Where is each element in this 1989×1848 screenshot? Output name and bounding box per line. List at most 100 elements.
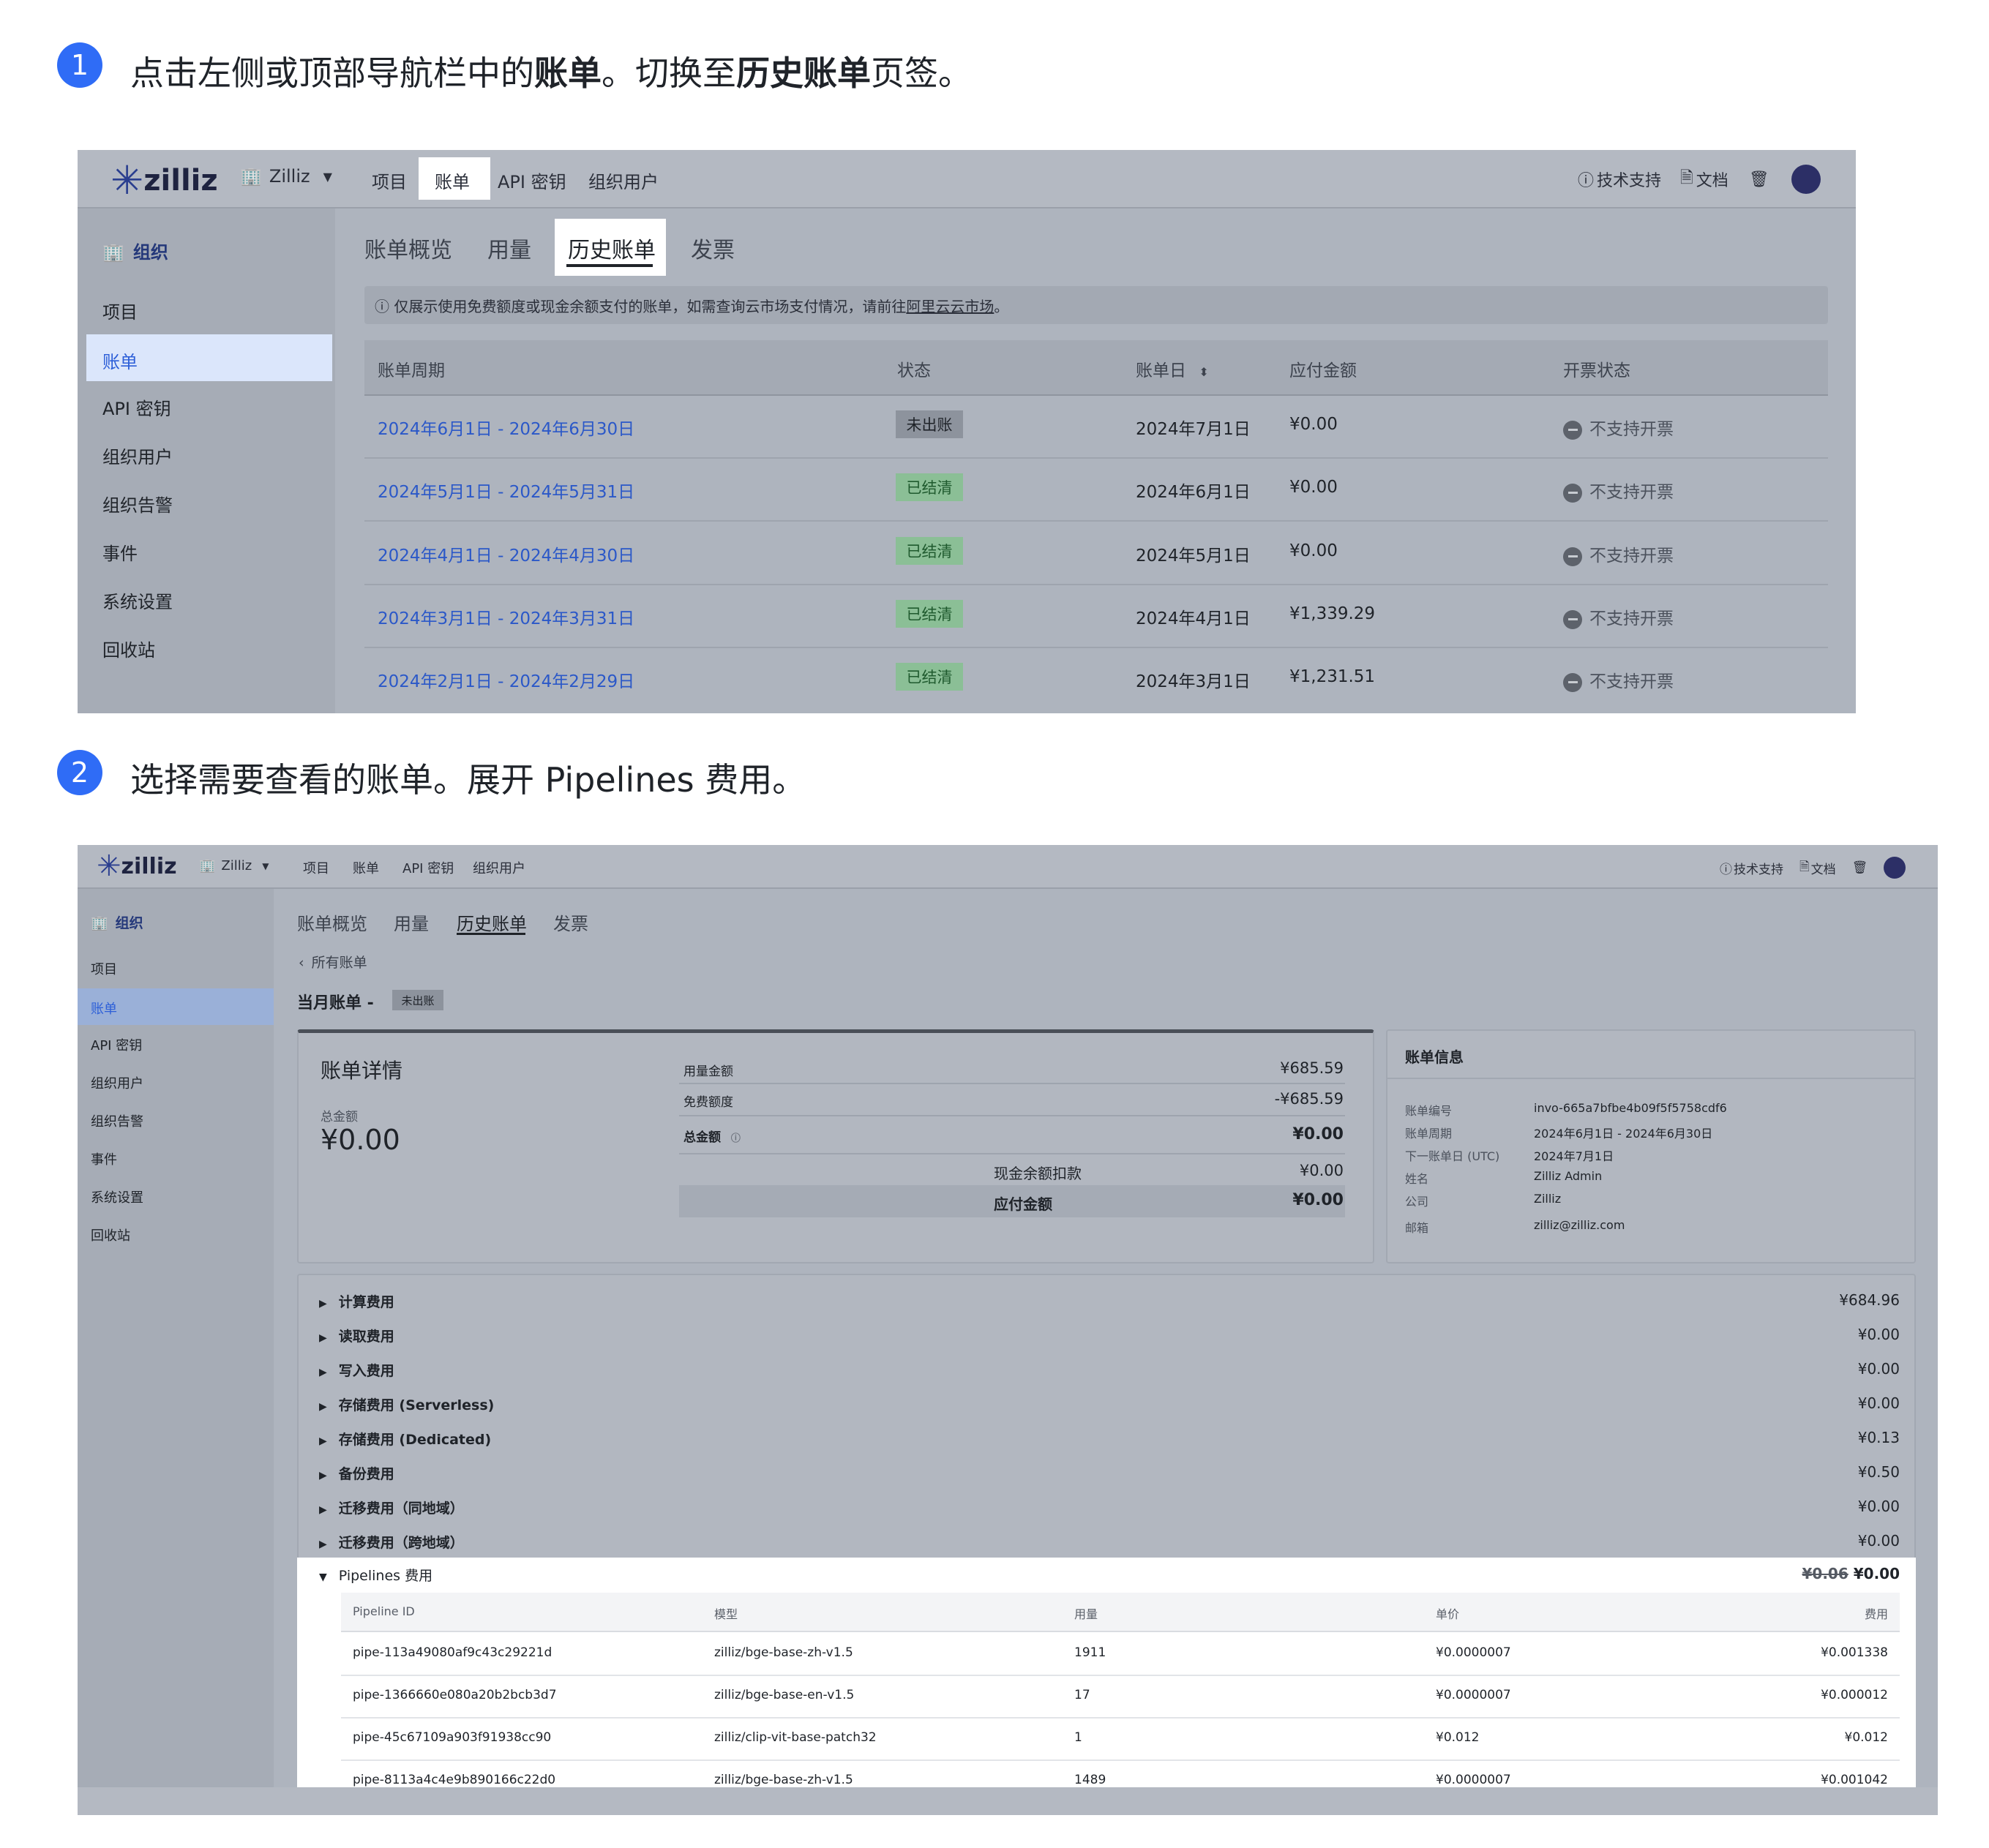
period-link[interactable]: 2024年3月1日 - 2024年3月31日 — [378, 604, 634, 629]
pipeline-usage: 1911 — [1074, 1645, 1106, 1660]
sidebar-item-api-keys[interactable]: API 密钥 — [91, 1035, 142, 1054]
org-selector[interactable]: 🏢 Zilliz ▼ — [199, 858, 269, 874]
sidebar-item-events[interactable]: 事件 — [91, 1149, 117, 1168]
fee-label-text: 迁移费用（跨地域） — [338, 1535, 464, 1551]
tab-invoices[interactable]: 发票 — [553, 909, 588, 935]
nav-projects[interactable]: 项目 — [372, 168, 407, 193]
sidebar-item-org-users[interactable]: 组织用户 — [91, 1073, 143, 1092]
period-link[interactable]: 2024年2月1日 - 2024年2月29日 — [378, 667, 634, 692]
pipelines-toggle[interactable]: ▼ Pipelines 费用 — [319, 1565, 432, 1585]
fee-label[interactable]: ▶ 迁移费用（同地域） — [319, 1498, 464, 1517]
col-model: 模型 — [714, 1607, 738, 1621]
caret-right-icon: ▶ — [319, 1298, 327, 1310]
pipeline-fee: ¥0.000012 — [1821, 1688, 1888, 1702]
pipelines-old-value: ¥0.06 — [1802, 1565, 1848, 1582]
trash-icon[interactable]: 🗑 — [1749, 170, 1769, 189]
col-usage: 用量 — [1074, 1607, 1098, 1621]
nav-org-users[interactable]: 组织用户 — [588, 168, 659, 193]
pipelines-new-value: ¥0.00 — [1853, 1565, 1900, 1582]
step-1-text-bold: 账单 — [534, 53, 602, 93]
sidebar-item-recycle-bin[interactable]: 回收站 — [102, 636, 155, 661]
support-link[interactable]: 技术支持 — [1597, 168, 1661, 191]
tab-invoices[interactable]: 发票 — [691, 232, 735, 264]
period-link[interactable]: 2024年5月1日 - 2024年5月31日 — [378, 478, 634, 503]
step-1-text: 点击左侧或顶部导航栏中的账单。切换至历史账单页签。 — [130, 47, 972, 95]
nav-billing[interactable]: 账单 — [353, 858, 379, 877]
tab-usage[interactable]: 用量 — [487, 232, 531, 264]
minus-circle-icon — [1563, 609, 1582, 629]
info-icon[interactable]: ⓘ — [731, 1133, 741, 1144]
zilliz-star-icon: ✳ — [110, 157, 144, 203]
nav-projects[interactable]: 项目 — [303, 858, 329, 877]
avatar[interactable] — [1884, 857, 1906, 879]
back-link[interactable]: ‹ 所有账单 — [299, 952, 367, 972]
fee-label[interactable]: ▶ 存储费用 (Serverless) — [319, 1394, 494, 1414]
tab-overview[interactable]: 账单概览 — [364, 232, 452, 264]
avatar[interactable] — [1791, 165, 1821, 194]
fee-label[interactable]: ▶ 备份费用 — [319, 1463, 394, 1483]
pipeline-price: ¥0.012 — [1436, 1730, 1480, 1745]
sidebar-item-events[interactable]: 事件 — [102, 539, 138, 565]
sidebar-item-org-alerts[interactable]: 组织告警 — [102, 491, 173, 517]
chevron-left-icon: ‹ — [299, 955, 304, 971]
period-link[interactable]: 2024年6月1日 - 2024年6月30日 — [378, 415, 634, 440]
sidebar-item-org-users[interactable]: 组织用户 — [102, 443, 173, 468]
sidebar-item-projects[interactable]: 项目 — [91, 959, 117, 978]
sidebar-item-recycle-bin[interactable]: 回收站 — [91, 1225, 130, 1244]
nav-org-users[interactable]: 组织用户 — [473, 858, 525, 877]
info-label: 下一账单日 (UTC) — [1405, 1149, 1500, 1163]
pipeline-id: pipe-113a49080af9c43c29221d — [353, 1645, 552, 1660]
tab-history[interactable]: 历史账单 — [568, 232, 656, 264]
sidebar-item-settings[interactable]: 系统设置 — [102, 587, 173, 613]
trash-icon[interactable]: 🗑 — [1852, 860, 1868, 875]
top-navbar: ✳ zilliz 🏢 Zilliz ▼ 项目 账单 API 密钥 组织用户 ⓘ … — [78, 845, 1938, 889]
fee-label[interactable]: ▶ 读取费用 — [319, 1326, 394, 1345]
top-tools: ⓘ 技术支持 🗎 文档 🗑 — [1578, 165, 1821, 194]
docs-link[interactable]: 文档 — [1811, 859, 1836, 877]
nav-billing[interactable]: 账单 — [419, 157, 490, 200]
pipeline-price: ¥0.0000007 — [1436, 1688, 1511, 1702]
pipelines-table-header — [341, 1593, 1900, 1632]
sidebar-org-header[interactable]: 🏢 组织 — [102, 238, 168, 263]
cash-deduction-value: ¥0.00 — [1299, 1162, 1344, 1179]
caret-right-icon: ▶ — [319, 1539, 327, 1550]
info-label: 账单周期 — [1405, 1127, 1453, 1141]
notice-suffix: 。 — [994, 298, 1009, 315]
tab-overview[interactable]: 账单概览 — [297, 909, 367, 935]
sidebar-item-api-keys[interactable]: API 密钥 — [102, 394, 171, 420]
nav-api-keys[interactable]: API 密钥 — [402, 858, 454, 877]
row-divider — [364, 647, 1828, 648]
info-label: 邮箱 — [1405, 1221, 1429, 1235]
nav-api-keys[interactable]: API 密钥 — [498, 168, 566, 193]
docs-link[interactable]: 文档 — [1696, 168, 1728, 191]
sidebar-org-header[interactable]: 🏢 组织 — [91, 912, 143, 932]
col-bill-date[interactable]: 账单日 ⬍ — [1136, 356, 1209, 381]
col-status: 状态 — [897, 361, 931, 380]
notice-bar: ⓘ 仅展示使用免费额度或现金余额支付的账单，如需查询云市场支付情况，请前往阿里云… — [364, 286, 1828, 324]
sidebar-item-billing[interactable]: 账单 — [86, 334, 332, 381]
sort-icon[interactable]: ⬍ — [1199, 365, 1208, 379]
bill-date: 2024年7月1日 — [1136, 420, 1251, 439]
tab-history[interactable]: 历史账单 — [457, 909, 527, 935]
fee-label[interactable]: ▶ 迁移费用（跨地域） — [319, 1532, 464, 1552]
org-selector[interactable]: 🏢 Zilliz ▼ — [240, 166, 332, 187]
amount: ¥0.00 — [1289, 415, 1338, 434]
support-link[interactable]: 技术支持 — [1734, 859, 1783, 877]
caret-down-icon: ▼ — [262, 860, 269, 871]
minus-circle-icon — [1563, 420, 1582, 440]
info-value: 2024年7月1日 — [1534, 1149, 1614, 1163]
notice-link[interactable]: 阿里云云市场 — [906, 298, 994, 315]
tab-usage[interactable]: 用量 — [394, 909, 429, 935]
fee-value: ¥0.00 — [1857, 1394, 1900, 1412]
period-link[interactable]: 2024年4月1日 - 2024年4月30日 — [378, 541, 634, 566]
usage-amount-value: ¥685.59 — [1280, 1059, 1344, 1077]
step-2-text: 选择需要查看的账单。展开 Pipelines 费用。 — [130, 760, 806, 800]
sidebar-item-projects[interactable]: 项目 — [102, 298, 138, 323]
info-value: 2024年6月1日 - 2024年6月30日 — [1534, 1127, 1713, 1141]
sidebar-item-org-alerts[interactable]: 组织告警 — [91, 1111, 143, 1130]
fee-label[interactable]: ▶ 存储费用 (Dedicated) — [319, 1429, 491, 1449]
sidebar-item-settings[interactable]: 系统设置 — [91, 1187, 143, 1206]
fee-label[interactable]: ▶ 写入费用 — [319, 1360, 394, 1380]
sidebar-item-billing[interactable]: 账单 — [78, 988, 274, 1025]
fee-label[interactable]: ▶ 计算费用 — [319, 1291, 394, 1311]
